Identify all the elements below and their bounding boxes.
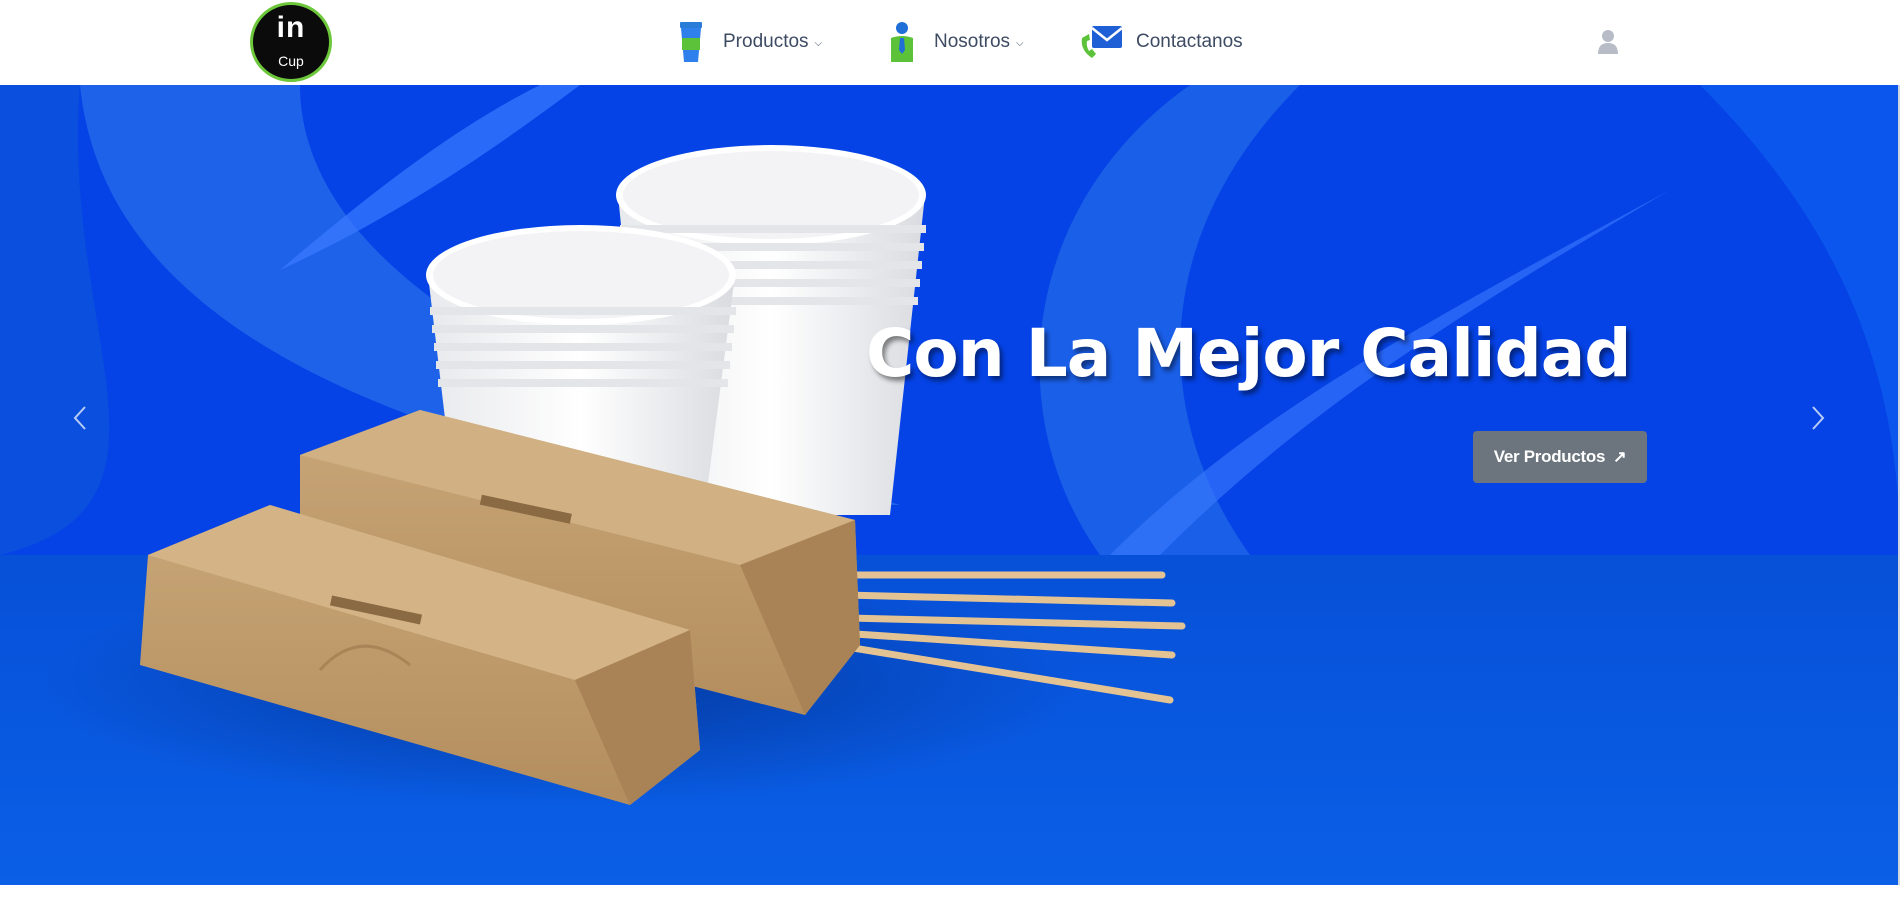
hero-carousel: Con La Mejor Calidad Ver Productos ↗ [0,85,1900,885]
logo-main-text: in [276,11,306,44]
nav-nosotros[interactable]: Nosotros ⌵ [882,20,1024,64]
brand-logo[interactable]: in Cup [250,2,332,82]
chevron-left-icon [73,406,86,430]
logo-sub-text: Cup [278,53,304,69]
chevron-down-icon: ⌵ [814,37,823,49]
site-header: in Cup Productos ⌵ Nosotros ⌵ Contactano… [0,0,1900,85]
ver-productos-button[interactable]: Ver Productos ↗ [1473,431,1647,483]
mail-phone-icon [1078,20,1124,64]
nav-contactanos-label: Contactanos [1136,31,1243,52]
user-icon[interactable] [1592,26,1624,58]
chevron-right-icon [1812,406,1825,430]
nav-productos-label: Productos [723,31,809,52]
ver-productos-label: Ver Productos [1493,447,1606,466]
hero-illustration [0,85,1900,885]
person-icon [882,20,922,64]
nav-nosotros-label: Nosotros [934,31,1011,52]
arrow-up-right-icon: ↗ [1613,449,1627,466]
carousel-next-button[interactable] [1798,383,1838,453]
carousel-prev-button[interactable] [60,383,100,453]
nav-contactanos[interactable]: Contactanos [1078,20,1243,64]
nav-productos[interactable]: Productos ⌵ [671,20,822,64]
chevron-down-icon: ⌵ [1016,37,1024,49]
hero-title: Con La Mejor Calidad [866,315,1631,392]
cup-icon [671,20,711,64]
